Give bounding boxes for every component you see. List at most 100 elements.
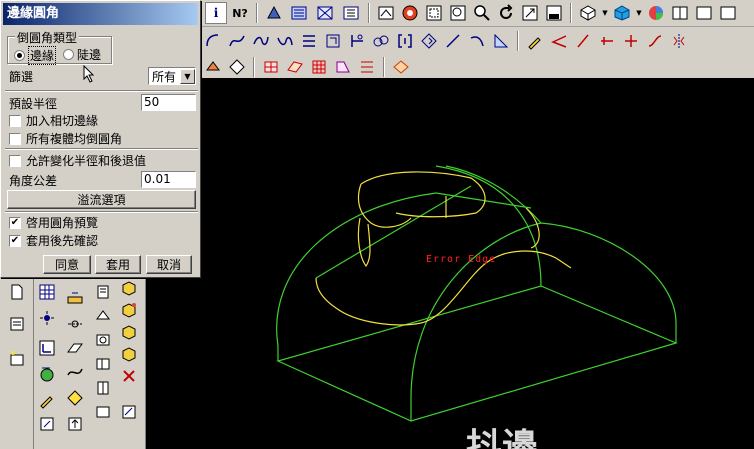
palette-coordinate-button[interactable] xyxy=(36,338,58,358)
feature-tool-6[interactable] xyxy=(332,56,354,78)
feature-tool-8[interactable] xyxy=(390,56,412,78)
palette-sketch-button[interactable] xyxy=(36,390,58,410)
palette-table-button[interactable] xyxy=(36,282,58,302)
palette-chamfer-button[interactable] xyxy=(64,388,86,408)
new-file-button[interactable] xyxy=(6,282,28,302)
zoom-window-button[interactable] xyxy=(423,2,445,24)
sketch-tool-10[interactable] xyxy=(418,30,440,52)
no-hidden-button[interactable] xyxy=(339,2,363,24)
hidden-line-button[interactable] xyxy=(287,2,311,24)
palette-axis-button[interactable] xyxy=(64,314,86,334)
window-split-button[interactable] xyxy=(669,2,691,24)
palette-delete-button[interactable] xyxy=(118,366,140,386)
allow-variable-radius-checkbox[interactable]: 允許變化半徑和後退值 xyxy=(9,152,146,169)
point-icon xyxy=(40,311,54,325)
dialog-title[interactable]: 邊緣圓角 xyxy=(3,3,198,25)
sketch-tool-9[interactable] xyxy=(394,30,416,52)
cancel-button[interactable]: 取消 xyxy=(146,255,192,274)
sketch-tool-7[interactable] xyxy=(346,30,368,52)
window-single-button[interactable] xyxy=(693,2,715,24)
sweep-icon xyxy=(67,343,83,353)
palette-blend-button[interactable] xyxy=(118,322,140,342)
palette-extrude-button[interactable] xyxy=(118,300,140,320)
constraint-tool[interactable] xyxy=(548,30,570,52)
palette-shell-button[interactable] xyxy=(92,282,114,302)
palette-pattern-button[interactable] xyxy=(64,414,86,434)
enable-preview-label: 啓用圓角預覽 xyxy=(26,216,99,230)
tangent-tool[interactable] xyxy=(644,30,666,52)
help-button[interactable]: i xyxy=(205,2,227,24)
window-cascade-button[interactable] xyxy=(717,2,739,24)
sketch-tool-5[interactable] xyxy=(298,30,320,52)
angle-icon xyxy=(551,34,567,48)
enable-preview-checkbox[interactable]: ✔ 啓用圓角預覽 xyxy=(9,214,98,231)
saved-views-button[interactable] xyxy=(543,2,565,24)
wireframe-view-button[interactable] xyxy=(313,2,337,24)
feature-tool-2[interactable] xyxy=(226,56,248,78)
palette-group-button[interactable] xyxy=(92,402,114,422)
feature-tool-4[interactable] xyxy=(284,56,306,78)
toolbar-separator xyxy=(383,56,385,77)
line-tool[interactable] xyxy=(442,30,464,52)
shaded-view-button[interactable] xyxy=(263,2,285,24)
hole-icon xyxy=(67,292,83,304)
angle-tolerance-input[interactable]: 0.01 xyxy=(141,171,196,188)
feature-tool-1[interactable] xyxy=(202,56,224,78)
sketch-tool-1[interactable] xyxy=(202,30,224,52)
orient-button[interactable] xyxy=(519,2,541,24)
chevron-down-icon[interactable]: ▼ xyxy=(180,68,195,84)
dropdown-arrow[interactable]: ▼ xyxy=(635,2,643,24)
arc-tool[interactable] xyxy=(466,30,488,52)
palette-box-button[interactable] xyxy=(118,278,140,298)
repaint-button[interactable] xyxy=(375,2,397,24)
cube-view-button[interactable] xyxy=(611,2,633,24)
appearance-button[interactable] xyxy=(645,2,667,24)
palette-hole-button[interactable] xyxy=(64,288,86,308)
graphics-viewport[interactable]: Error Edge 抖邊 xyxy=(146,78,754,449)
horizontal-tool[interactable] xyxy=(596,30,618,52)
fillet-all-solids-checkbox[interactable]: 所有複體均倒圓角 xyxy=(9,130,122,147)
dropdown-arrow[interactable]: ▼ xyxy=(601,2,609,24)
palette-revolve-button[interactable] xyxy=(92,330,114,350)
triangle-tool[interactable] xyxy=(490,30,512,52)
cross-tool[interactable] xyxy=(620,30,642,52)
slash-tool[interactable] xyxy=(572,30,594,52)
palette-round-button[interactable] xyxy=(118,344,140,364)
palette-point-button[interactable] xyxy=(36,308,58,328)
spin-center-button[interactable] xyxy=(399,2,421,24)
whats-this-button[interactable]: N? xyxy=(229,2,251,24)
dimension-tool[interactable] xyxy=(524,30,546,52)
palette-cut-button[interactable] xyxy=(92,354,114,374)
overflow-options-button[interactable]: 溢流選項 xyxy=(7,190,196,209)
palette-sweep-button[interactable] xyxy=(64,338,86,358)
radio-edge[interactable]: 邊緣 xyxy=(14,46,57,65)
palette-measure-button[interactable] xyxy=(118,402,140,422)
default-radius-input[interactable]: 50 xyxy=(141,94,196,111)
feature-tool-5[interactable] xyxy=(308,56,330,78)
filter-select[interactable]: 所有 ▼ xyxy=(148,67,196,85)
radio-chain[interactable]: 陡邊 xyxy=(63,46,101,63)
apply-button[interactable]: 套用 xyxy=(95,255,141,274)
sketch-tool-8[interactable] xyxy=(370,30,392,52)
feature-tool-7[interactable] xyxy=(356,56,378,78)
palette-rib-button[interactable] xyxy=(92,378,114,398)
add-tangent-edges-checkbox[interactable]: 加入相切邊緣 xyxy=(9,112,98,129)
sketch-tool-4[interactable] xyxy=(274,30,296,52)
layer-button[interactable] xyxy=(6,314,28,334)
sketch-tool-3[interactable] xyxy=(250,30,272,52)
mirror-tool[interactable] xyxy=(668,30,690,52)
palette-curve-button[interactable] xyxy=(64,362,86,382)
refit-button[interactable] xyxy=(495,2,517,24)
datum-display-button[interactable] xyxy=(577,2,599,24)
palette-datum-button[interactable] xyxy=(92,306,114,326)
ok-button[interactable]: 同意 xyxy=(43,255,91,274)
palette-csys-button[interactable] xyxy=(36,364,58,384)
sketch-tool-6[interactable] xyxy=(322,30,344,52)
zoom-out-button[interactable] xyxy=(447,2,469,24)
sketch-tool-2[interactable] xyxy=(226,30,248,52)
confirm-after-apply-checkbox[interactable]: ✔ 套用後先確認 xyxy=(9,232,98,249)
feature-tool-3[interactable] xyxy=(260,56,282,78)
palette-draft-button[interactable] xyxy=(36,414,58,434)
info-button[interactable] xyxy=(6,348,28,368)
zoom-button[interactable] xyxy=(471,2,493,24)
